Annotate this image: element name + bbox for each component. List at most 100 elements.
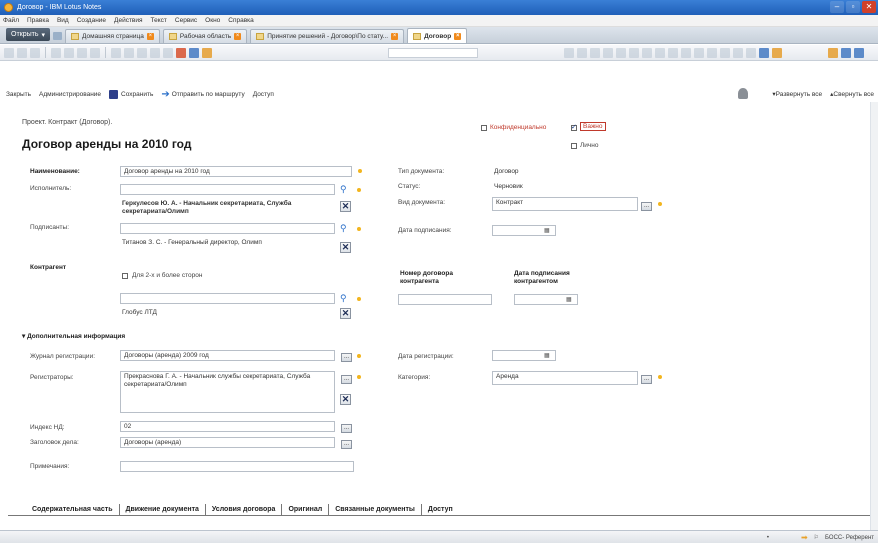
tab-content[interactable]: Содержательная часть <box>26 503 120 515</box>
toolbar-icon[interactable] <box>124 47 134 58</box>
notes-field[interactable] <box>120 461 354 472</box>
signers-input[interactable] <box>120 223 335 234</box>
user-icon[interactable] <box>738 88 749 99</box>
menu-tools[interactable]: Сервис <box>175 17 197 24</box>
personal-checkbox[interactable] <box>571 143 577 149</box>
toolbar-icon[interactable] <box>854 47 864 58</box>
journal-picker-button[interactable]: ... <box>341 353 352 362</box>
tab-access[interactable]: Доступ <box>422 504 459 515</box>
toolbar-icon[interactable] <box>150 47 160 58</box>
replication-arrow-icon[interactable]: ➡ <box>801 533 808 542</box>
align-right-icon[interactable] <box>655 47 665 58</box>
toolbar-icon[interactable] <box>90 47 100 58</box>
tab-close-icon[interactable]: × <box>234 33 242 40</box>
toolbar-icon[interactable] <box>202 47 212 58</box>
calendar-icon[interactable]: ▦ <box>544 352 552 359</box>
clear-executor-button[interactable]: ✕ <box>340 201 351 212</box>
doc-kind-field[interactable]: Контракт <box>492 197 638 211</box>
location-text[interactable]: БОСС- Референт <box>825 535 874 541</box>
collapse-all-action[interactable]: ▴Свернуть все <box>830 90 874 98</box>
toolbar-icon[interactable] <box>4 47 14 58</box>
search-icon[interactable]: ⚲ <box>340 294 349 303</box>
toolbar-icon[interactable] <box>828 47 838 58</box>
access-action[interactable]: Доступ <box>253 91 274 98</box>
toolbar-icon[interactable] <box>17 47 27 58</box>
tab-close-icon[interactable]: × <box>391 33 399 40</box>
counterparty-input[interactable] <box>120 293 335 304</box>
registrars-field[interactable]: Прекраснова Г. А. - Начальник службы сек… <box>120 371 335 413</box>
category-field[interactable]: Аренда <box>492 371 638 385</box>
send-route-action[interactable]: ➔ Отправить по маршруту <box>161 89 244 100</box>
case-title-field[interactable]: Договоры (аренда) <box>120 437 335 448</box>
vertical-scrollbar[interactable] <box>870 102 878 530</box>
save-action[interactable]: Сохранить <box>109 89 153 99</box>
paste-icon[interactable] <box>77 47 87 58</box>
bold-icon[interactable] <box>564 47 574 58</box>
tab-close-icon[interactable]: × <box>146 33 154 40</box>
important-checkbox[interactable] <box>571 123 577 131</box>
align-left-icon[interactable] <box>629 47 639 58</box>
confidential-checkbox[interactable] <box>481 125 487 131</box>
tab-related[interactable]: Связанные документы <box>329 503 422 515</box>
clear-registrars-button[interactable]: ✕ <box>340 394 351 405</box>
list-icon[interactable] <box>681 47 691 58</box>
close-action[interactable]: Закрыть <box>6 91 31 98</box>
toolbar-icon[interactable] <box>137 47 147 58</box>
admin-action[interactable]: Администрирование <box>39 91 101 98</box>
index-picker-button[interactable]: ... <box>341 424 352 433</box>
toolbar-icon[interactable] <box>707 47 717 58</box>
open-button[interactable]: Открыть ▾ <box>6 28 51 41</box>
index-field[interactable]: 02 <box>120 421 335 432</box>
toolbar-icon[interactable] <box>733 47 743 58</box>
toolbar-icon[interactable] <box>694 47 704 58</box>
executor-input[interactable] <box>120 184 335 195</box>
list-icon[interactable] <box>668 47 678 58</box>
tab-original[interactable]: Оригинал <box>282 503 330 515</box>
tab-decisions[interactable]: Принятие решений - Договор\По стату... × <box>250 29 405 43</box>
underline-icon[interactable] <box>590 47 600 58</box>
copy-icon[interactable] <box>64 47 74 58</box>
minimize-button[interactable]: – <box>830 1 844 13</box>
tab-terms[interactable]: Условия договора <box>206 503 283 515</box>
toolbar-icon[interactable] <box>759 47 769 58</box>
save-toolbar-icon[interactable] <box>176 47 186 58</box>
toolbar-icon[interactable] <box>616 47 626 58</box>
additional-info-toggle[interactable]: ▾ Дополнительная информация <box>22 332 125 340</box>
tab-close-icon[interactable]: × <box>454 32 462 40</box>
toolbar-icon[interactable] <box>841 47 851 58</box>
status-info-icon[interactable]: ⚐ <box>814 534 819 541</box>
menu-actions[interactable]: Действия <box>114 17 142 24</box>
menu-file[interactable]: Файл <box>3 17 19 24</box>
clear-signers-button[interactable]: ✕ <box>340 242 351 253</box>
toolbar-icon[interactable] <box>772 47 782 58</box>
calendar-icon[interactable]: ▦ <box>544 227 552 234</box>
toolbar-icon[interactable] <box>163 47 173 58</box>
search-icon[interactable]: ⚲ <box>340 224 349 233</box>
toolbar-icon[interactable] <box>720 47 730 58</box>
name-field[interactable]: Договор аренды на 2010 год <box>120 166 352 177</box>
tab-movement[interactable]: Движение документа <box>120 503 206 515</box>
calendar-icon[interactable]: ▦ <box>566 296 574 303</box>
toolbar-icon[interactable] <box>603 47 613 58</box>
menu-window[interactable]: Окно <box>205 17 220 24</box>
menu-edit[interactable]: Правка <box>27 17 49 24</box>
doc-kind-picker-button[interactable]: ... <box>641 202 652 211</box>
multi-party-checkbox[interactable] <box>122 273 128 279</box>
menu-view[interactable]: Вид <box>57 17 69 24</box>
maximize-button[interactable]: ▫ <box>846 1 860 13</box>
toolbar-icon[interactable] <box>111 47 121 58</box>
align-center-icon[interactable] <box>642 47 652 58</box>
expand-all-action[interactable]: ▾Развернуть все <box>772 90 822 98</box>
italic-icon[interactable] <box>577 47 587 58</box>
toolbar-field[interactable] <box>388 47 478 58</box>
toolbar-icon[interactable] <box>746 47 756 58</box>
close-window-button[interactable]: ✕ <box>862 1 876 13</box>
menu-text[interactable]: Текст <box>151 17 167 24</box>
menu-help[interactable]: Справка <box>228 17 254 24</box>
tab-contract[interactable]: Договор × <box>407 28 468 43</box>
registrars-picker-button[interactable]: ... <box>341 375 352 384</box>
tab-home[interactable]: Домашняя страница × <box>65 29 160 43</box>
journal-field[interactable]: Договоры (аренда) 2009 год <box>120 350 335 361</box>
toolbar-icon[interactable] <box>30 47 40 58</box>
home-icon[interactable] <box>53 32 63 40</box>
